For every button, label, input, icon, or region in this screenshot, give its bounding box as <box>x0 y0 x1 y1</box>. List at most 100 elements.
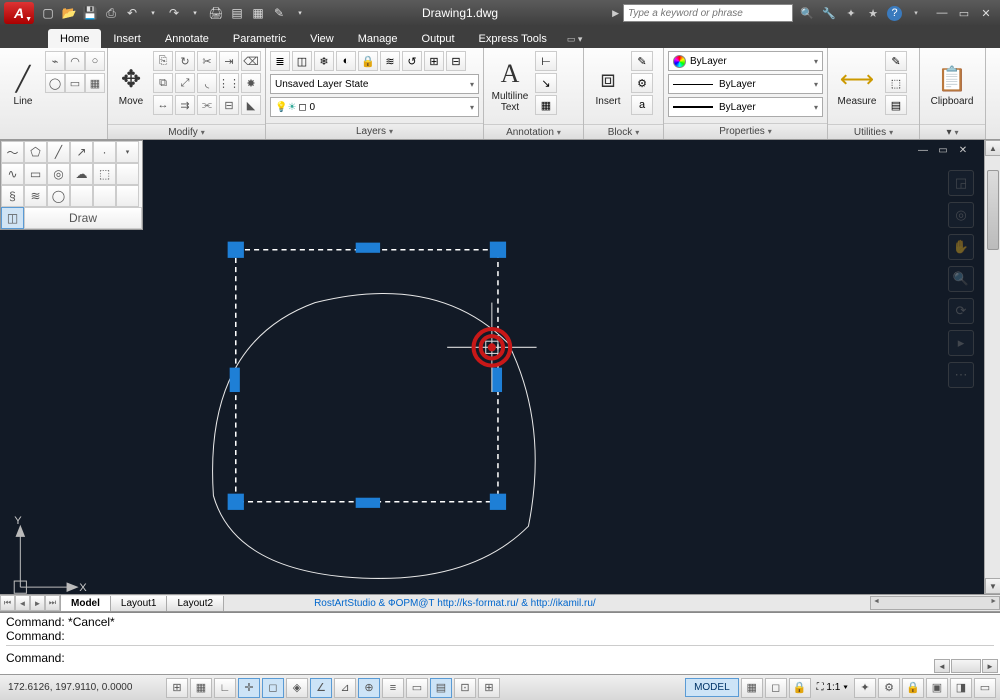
close-button[interactable]: ✕ <box>976 6 996 20</box>
ducs-button[interactable]: ⊿ <box>334 678 356 698</box>
layer-off-icon[interactable]: ◐ <box>336 51 356 71</box>
modelspace-button[interactable]: MODEL <box>685 678 739 697</box>
panel-utilities-title[interactable]: Utilities <box>828 124 919 139</box>
linetype-combo[interactable]: ByLayer <box>668 74 823 94</box>
layer-lock-icon[interactable]: 🔒 <box>358 51 378 71</box>
iso-button[interactable]: ◨ <box>950 678 972 698</box>
array-icon[interactable]: ⋮⋮ <box>219 73 239 93</box>
blank4-icon[interactable] <box>116 185 139 207</box>
point-icon[interactable]: · <box>93 141 116 163</box>
fillet-icon[interactable]: ◟ <box>197 73 217 93</box>
lwt-button[interactable]: ≡ <box>382 678 404 698</box>
help-drop-icon[interactable]: ▾ <box>908 5 924 21</box>
hardware-button[interactable]: ▣ <box>926 678 948 698</box>
steering-wheel-icon[interactable]: ◎ <box>948 202 974 228</box>
block-attr-icon[interactable]: a <box>631 95 653 115</box>
sc-button[interactable]: ⊡ <box>454 678 476 698</box>
3dosnap-button[interactable]: ◈ <box>286 678 308 698</box>
redo-drop-icon[interactable]: ▾ <box>187 5 203 21</box>
layer-state-combo[interactable]: Unsaved Layer State <box>270 74 479 94</box>
sheet-icon[interactable]: ▦ <box>250 5 266 21</box>
ribbon-extra-button[interactable]: ▭ ▾ <box>559 31 591 48</box>
binoculars-icon[interactable]: 🔍 <box>799 5 815 21</box>
layer-iso-icon[interactable]: ◫ <box>292 51 312 71</box>
pan-icon[interactable]: ✋ <box>948 234 974 260</box>
panel-layers-title[interactable]: Layers <box>266 123 483 139</box>
showmotion-icon[interactable]: ▸ <box>948 330 974 356</box>
doc-restore-button[interactable]: ▭ <box>936 144 950 156</box>
status-layout-button[interactable]: ◻ <box>765 678 787 698</box>
layer-props-icon[interactable]: ≣ <box>270 51 290 71</box>
scroll-down-button[interactable]: ▼ <box>985 578 1000 594</box>
ws-button[interactable]: ⚙ <box>878 678 900 698</box>
command-window[interactable]: Command: *Cancel* Command: Command: ◄ ► <box>0 612 1000 674</box>
new-icon[interactable]: ▢ <box>40 5 56 21</box>
revcloud-icon[interactable]: ☁ <box>70 163 93 185</box>
ortho-button[interactable]: ∟ <box>214 678 236 698</box>
circle-icon[interactable]: ○ <box>85 51 105 71</box>
util-b-icon[interactable]: ⬚ <box>885 73 907 93</box>
qat-drop-icon[interactable]: ▾ <box>292 5 308 21</box>
block-create-icon[interactable]: ✎ <box>631 51 653 71</box>
xline-icon[interactable]: ╱ <box>47 141 70 163</box>
clipboard-button[interactable]: 📋 Clipboard <box>924 51 980 121</box>
spline-icon[interactable]: ∿ <box>1 163 24 185</box>
layer-current-combo[interactable]: 💡☀◻ 0 <box>270 97 479 117</box>
status-grid2-button[interactable]: ▦ <box>741 678 763 698</box>
otrack-button[interactable]: ∠ <box>310 678 332 698</box>
redo-icon[interactable]: ↷ <box>166 5 182 21</box>
tab-view[interactable]: View <box>298 29 346 48</box>
measure-button[interactable]: ⟷ Measure <box>832 51 882 121</box>
stretch-icon[interactable]: ↔ <box>153 95 173 115</box>
copy-icon[interactable]: ⎘ <box>153 51 173 71</box>
panel-modify-title[interactable]: Modify <box>108 124 265 139</box>
layer-prev-icon[interactable]: ↺ <box>402 51 422 71</box>
qp-button[interactable]: ▤ <box>430 678 452 698</box>
panel-block-title[interactable]: Block <box>584 124 663 139</box>
print-icon[interactable]: 🖨 <box>208 5 224 21</box>
save-icon[interactable]: 💾 <box>82 5 98 21</box>
layer-b-icon[interactable]: ⊟ <box>446 51 466 71</box>
trim-icon[interactable]: ✂ <box>197 51 217 71</box>
panel-annotation-title[interactable]: Annotation <box>484 124 583 139</box>
ellipse-icon[interactable]: ◯ <box>45 73 65 93</box>
vertical-scrollbar[interactable]: ▲ ▼ <box>984 140 1000 594</box>
donut-icon[interactable]: ◎ <box>47 163 70 185</box>
osnap-button[interactable]: ◻ <box>262 678 284 698</box>
cmd-scroll-left[interactable]: ◄ <box>934 659 950 673</box>
util-c-icon[interactable]: ▤ <box>885 95 907 115</box>
leader-icon[interactable]: ↘ <box>535 73 557 93</box>
join-icon[interactable]: ⫘ <box>197 95 217 115</box>
rect-icon[interactable]: ▭ <box>65 73 85 93</box>
mtext-button[interactable]: A Multiline Text <box>488 51 532 121</box>
pline-icon[interactable]: ⌁ <box>45 51 65 71</box>
star-icon[interactable]: ★ <box>865 5 881 21</box>
offset-icon[interactable]: ⇉ <box>175 95 195 115</box>
am-button[interactable]: ⊞ <box>478 678 500 698</box>
ray-icon[interactable]: ↗ <box>70 141 93 163</box>
polar-button[interactable]: ✛ <box>238 678 260 698</box>
cmd-scroll-track[interactable] <box>951 659 981 673</box>
tab-manage[interactable]: Manage <box>346 29 410 48</box>
insert-button[interactable]: ⧈ Insert <box>588 51 628 121</box>
help-icon[interactable]: ? <box>887 6 902 21</box>
open-icon[interactable]: 📂 <box>61 5 77 21</box>
erase-icon[interactable]: ⌫ <box>241 51 261 71</box>
dyn-button[interactable]: ⊕ <box>358 678 380 698</box>
hatch-icon[interactable]: ▦ <box>85 73 105 93</box>
tab-parametric[interactable]: Parametric <box>221 29 298 48</box>
zoom-icon[interactable]: 🔍 <box>948 266 974 292</box>
explode-icon[interactable]: ✸ <box>241 73 261 93</box>
polygon-icon[interactable]: ⬠ <box>24 141 47 163</box>
panel-clipboard-title[interactable]: ▾ <box>920 124 985 139</box>
arc-icon[interactable]: ◠ <box>65 51 85 71</box>
chamfer-icon[interactable]: ◣ <box>241 95 261 115</box>
key-icon[interactable]: 🔧 <box>821 5 837 21</box>
mirror-icon[interactable]: ⧉ <box>153 73 173 93</box>
tpy-button[interactable]: ▭ <box>406 678 428 698</box>
region-icon[interactable]: ◫ <box>1 207 24 229</box>
scroll-up-button[interactable]: ▲ <box>985 140 1000 156</box>
help-search-input[interactable] <box>623 4 793 22</box>
color-combo[interactable]: ByLayer <box>668 51 823 71</box>
app-menu-button[interactable]: A <box>4 2 34 24</box>
